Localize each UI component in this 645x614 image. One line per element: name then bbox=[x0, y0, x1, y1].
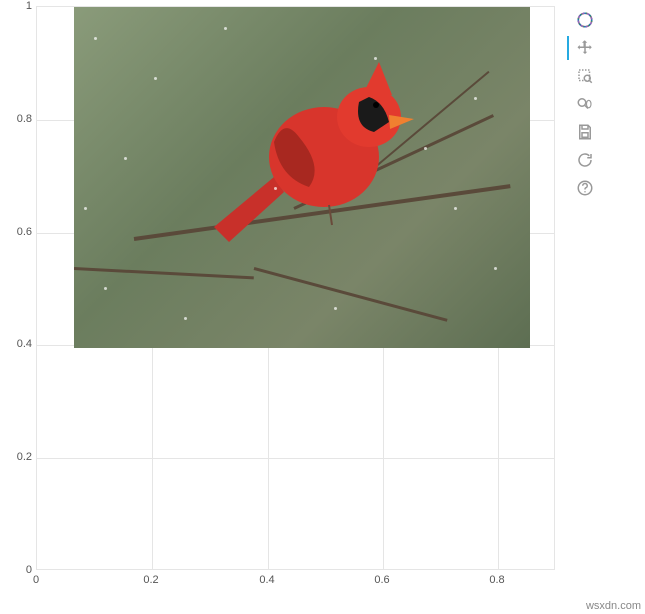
reset-tool-button[interactable] bbox=[571, 146, 599, 174]
image-glyph bbox=[74, 7, 530, 348]
x-tick-label: 0.8 bbox=[489, 574, 504, 586]
x-tick-label: 0.2 bbox=[143, 574, 158, 586]
y-tick-label: 0.4 bbox=[4, 338, 32, 350]
x-tick-label: 0 bbox=[33, 574, 39, 586]
bokeh-logo-icon[interactable] bbox=[571, 6, 599, 34]
grid-line bbox=[37, 458, 554, 459]
save-icon bbox=[576, 123, 594, 141]
box-zoom-tool-button[interactable] bbox=[571, 62, 599, 90]
y-tick-label: 0.8 bbox=[4, 113, 32, 125]
y-tick-label: 1 bbox=[4, 0, 32, 12]
pan-icon bbox=[576, 39, 594, 57]
watermark-text: wsxdn.com bbox=[586, 600, 641, 612]
wheel-zoom-tool-button[interactable] bbox=[571, 90, 599, 118]
y-tick-label: 0.6 bbox=[4, 226, 32, 238]
reset-icon bbox=[576, 151, 594, 169]
cardinal-bird bbox=[204, 47, 434, 247]
help-icon bbox=[576, 179, 594, 197]
pan-tool-button[interactable] bbox=[571, 34, 599, 62]
plot-toolbar bbox=[570, 6, 600, 202]
save-tool-button[interactable] bbox=[571, 118, 599, 146]
help-tool-button[interactable] bbox=[571, 174, 599, 202]
x-tick-label: 0.6 bbox=[374, 574, 389, 586]
x-tick-label: 0.4 bbox=[259, 574, 274, 586]
wheel-zoom-icon bbox=[576, 95, 594, 113]
y-tick-label: 0.2 bbox=[4, 451, 32, 463]
box-zoom-icon bbox=[576, 67, 594, 85]
plot-area[interactable] bbox=[36, 6, 555, 570]
y-tick-label: 0 bbox=[4, 564, 32, 576]
